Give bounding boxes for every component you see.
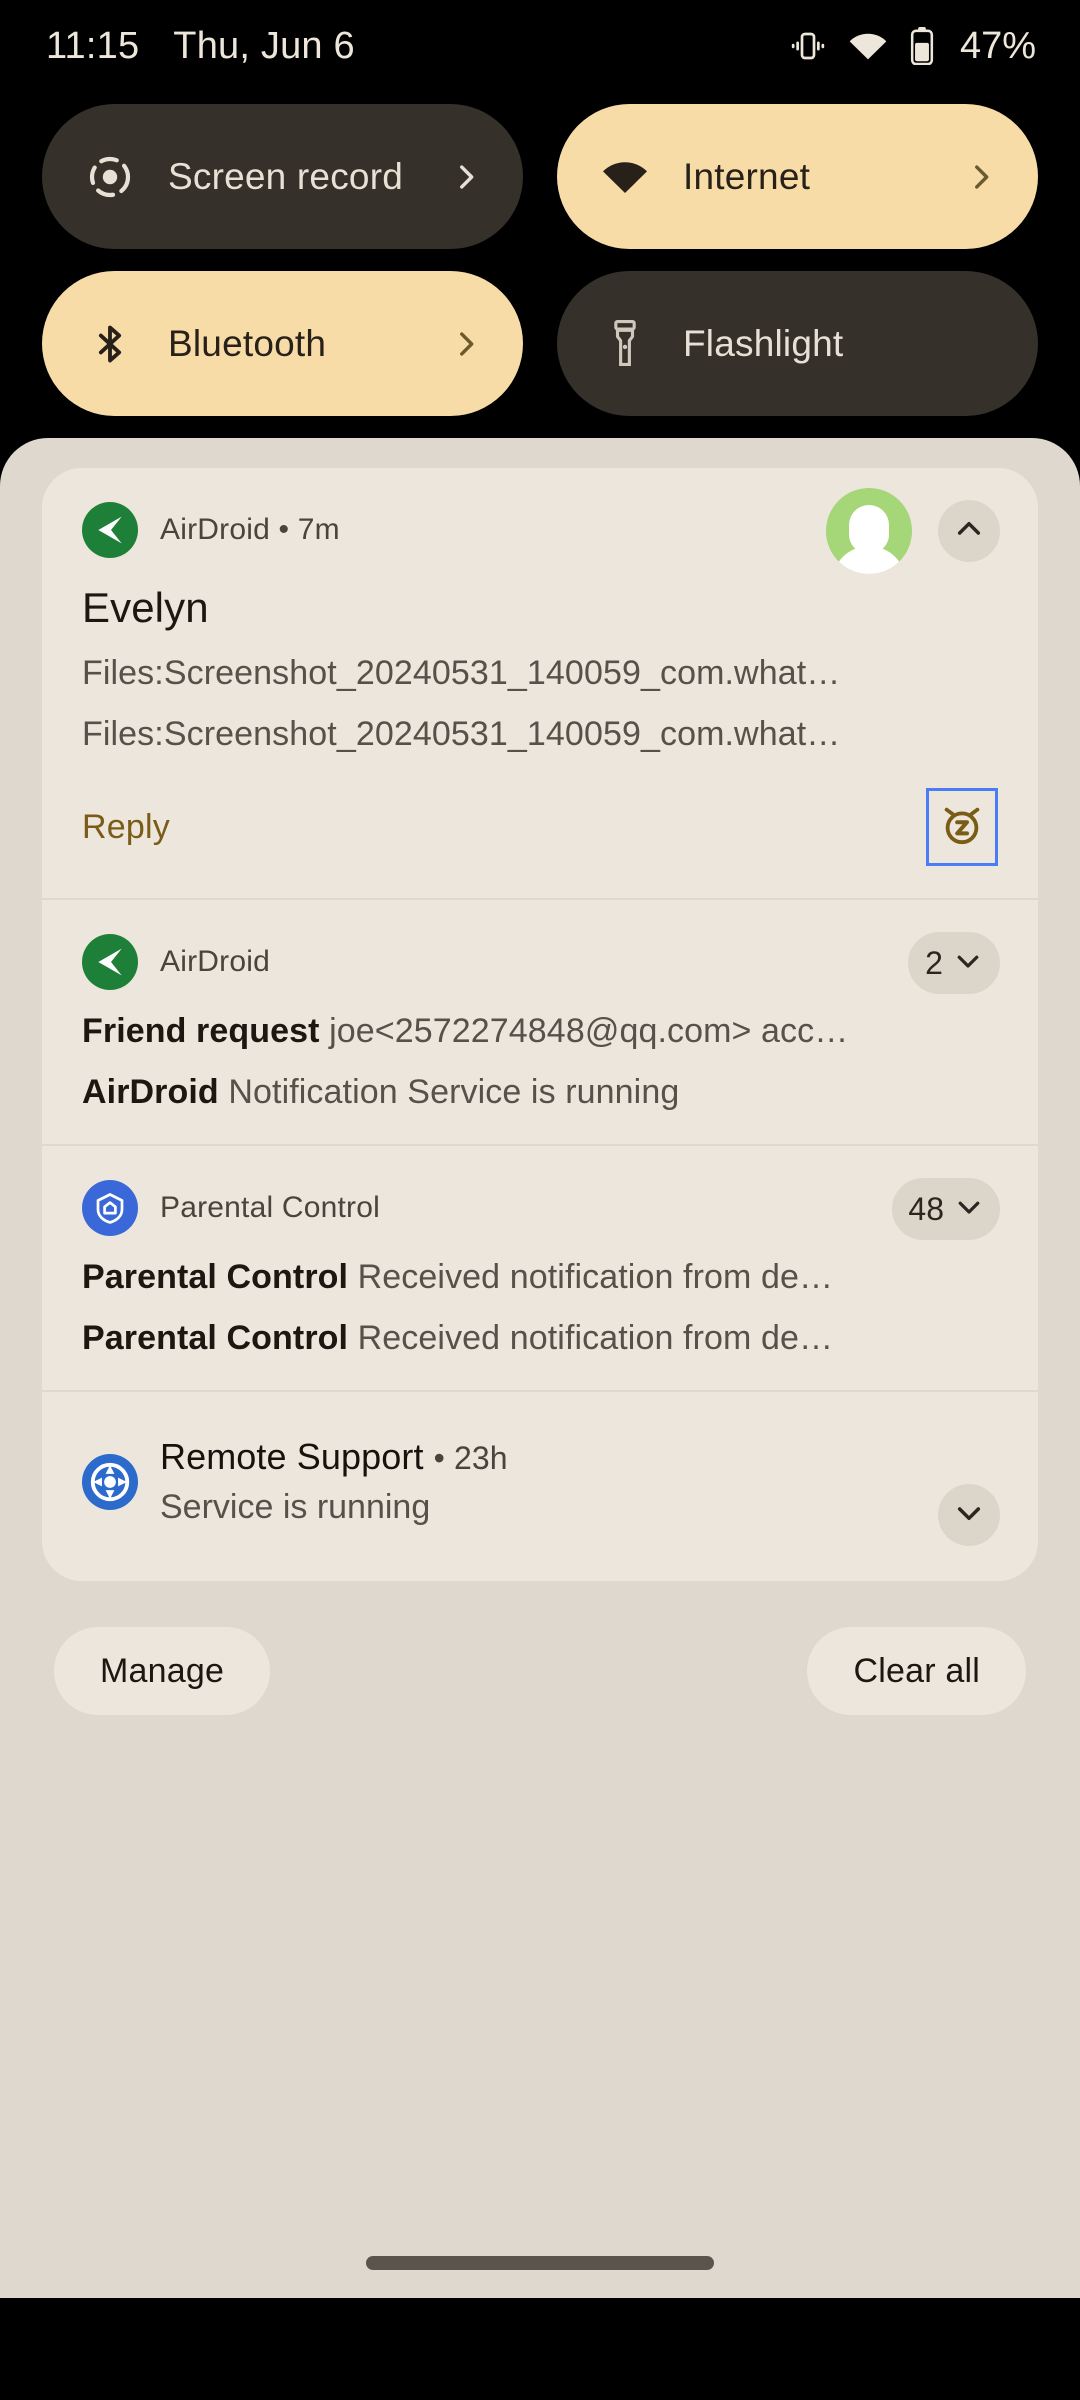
wifi-icon	[848, 30, 888, 62]
notification-app-name: Remote Support	[160, 1436, 424, 1477]
group-row-2-rest: Received notification from de…	[348, 1319, 834, 1357]
notification-app-name: Parental Control	[160, 1191, 380, 1224]
shade-footer-actions: Manage Clear all	[42, 1627, 1038, 1715]
notification-title-row: Remote Support • 23h	[160, 1436, 508, 1478]
group-row-1: Friend request joe<2572274848@qq.com> ac…	[82, 1012, 998, 1051]
group-row-1-bold: Parental Control	[82, 1258, 349, 1296]
qs-tile-flashlight[interactable]: Flashlight	[557, 271, 1038, 416]
collapse-button[interactable]	[938, 500, 1000, 562]
notification-header: AirDroid	[82, 934, 998, 990]
screen-record-icon	[84, 151, 136, 203]
group-row-2: AirDroid Notification Service is running	[82, 1073, 998, 1112]
qs-label-flashlight: Flashlight	[683, 322, 844, 364]
notification-count: 2	[925, 944, 943, 981]
notification-shade: AirDroid • 7m Evelyn Files:Screenshot_20…	[0, 438, 1080, 2298]
remote-support-app-icon	[82, 1454, 138, 1510]
group-row-1-rest: joe<2572274848@qq.com> acc…	[319, 1012, 849, 1050]
notification-group-airdroid[interactable]: AirDroid 2 Friend request joe<2572274848…	[42, 898, 1038, 1144]
group-row-1-bold: Friend request	[82, 1012, 320, 1050]
chevron-right-icon[interactable]	[449, 160, 483, 194]
notification-list: AirDroid • 7m Evelyn Files:Screenshot_20…	[42, 468, 1038, 1581]
qs-label-screen-record: Screen record	[168, 155, 403, 197]
chevron-down-icon	[953, 1497, 985, 1534]
qs-tile-bluetooth[interactable]: Bluetooth	[42, 271, 523, 416]
notification-group-parental-control[interactable]: Parental Control 48 Parental Control Rec…	[42, 1144, 1038, 1390]
quick-settings-panel: Screen record Internet Bluetooth Flashli…	[0, 92, 1080, 416]
clear-all-button[interactable]: Clear all	[807, 1627, 1026, 1715]
notification-body-line-1: Files:Screenshot_20240531_140059_com.wha…	[82, 654, 841, 692]
group-row-2: Parental Control Received notification f…	[82, 1319, 998, 1358]
status-date: Thu, Jun 6	[173, 24, 355, 67]
chevron-down-icon	[953, 946, 983, 981]
expand-group-button[interactable]: 2	[908, 932, 1000, 994]
battery-icon	[910, 27, 934, 65]
parental-control-app-icon	[82, 1180, 138, 1236]
snooze-button[interactable]	[926, 788, 998, 866]
notification-time: • 23h	[433, 1440, 508, 1476]
qs-tile-screen-record[interactable]: Screen record	[42, 104, 523, 249]
chevron-up-icon	[953, 513, 985, 550]
reply-button[interactable]: Reply	[82, 808, 170, 847]
notification-count: 48	[908, 1190, 944, 1227]
status-bar-left: 11:15 Thu, Jun 6	[46, 25, 355, 68]
qs-label-internet: Internet	[683, 155, 811, 197]
notification-body-line-2: Files:Screenshot_20240531_140059_com.wha…	[82, 715, 841, 753]
qs-tile-internet[interactable]: Internet	[557, 104, 1038, 249]
chevron-right-icon[interactable]	[449, 327, 483, 361]
notification-airdroid-evelyn[interactable]: AirDroid • 7m Evelyn Files:Screenshot_20…	[42, 468, 1038, 898]
notification-actions: Reply	[82, 788, 998, 866]
manage-button[interactable]: Manage	[54, 1627, 271, 1715]
group-row-1: Parental Control Received notification f…	[82, 1258, 998, 1297]
vibrate-icon	[790, 28, 826, 64]
notification-header: Parental Control	[82, 1180, 998, 1236]
notification-compact-row: Remote Support • 23h Service is running	[82, 1436, 998, 1527]
notification-app-name: AirDroid	[160, 945, 270, 978]
bluetooth-icon	[84, 318, 136, 370]
notification-title: Evelyn	[82, 584, 209, 631]
airdroid-app-icon	[82, 502, 138, 558]
status-bar: 11:15 Thu, Jun 6 47%	[0, 0, 1080, 92]
snooze-alarm-icon	[938, 801, 986, 854]
wifi-icon	[599, 151, 651, 203]
notification-app-name: AirDroid • 7m	[160, 513, 340, 546]
status-bar-right: 47%	[790, 25, 1036, 68]
group-row-2-bold: AirDroid	[82, 1073, 219, 1111]
flashlight-icon	[599, 318, 651, 370]
qs-label-bluetooth: Bluetooth	[168, 322, 327, 364]
avatar	[826, 488, 912, 574]
quick-settings-row-2: Bluetooth Flashlight	[42, 271, 1038, 416]
expand-button[interactable]	[938, 1484, 1000, 1546]
home-indicator[interactable]	[366, 2256, 714, 2270]
group-row-2-bold: Parental Control	[82, 1319, 349, 1357]
quick-settings-row-1: Screen record Internet	[42, 104, 1038, 249]
notification-remote-support[interactable]: Remote Support • 23h Service is running	[42, 1390, 1038, 1581]
chevron-down-icon	[954, 1192, 984, 1227]
notification-subtitle: Service is running	[160, 1488, 431, 1526]
battery-percent: 47%	[959, 24, 1036, 67]
expand-group-button[interactable]: 48	[892, 1178, 1000, 1240]
group-row-2-rest: Notification Service is running	[218, 1073, 680, 1111]
avatar-body	[832, 546, 906, 574]
group-row-1-rest: Received notification from de…	[348, 1258, 834, 1296]
chevron-right-icon[interactable]	[964, 160, 998, 194]
notification-compact-text: Remote Support • 23h Service is running	[160, 1436, 508, 1527]
status-time: 11:15	[46, 24, 140, 67]
airdroid-app-icon	[82, 934, 138, 990]
